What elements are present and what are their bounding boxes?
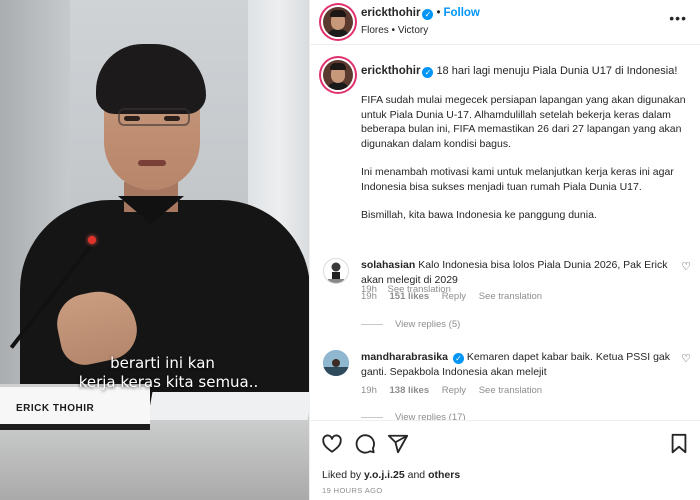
caption-paragraph-2: Ini menambah motivasi kami untuk melanju… — [361, 166, 674, 193]
follow-button[interactable]: Follow — [443, 7, 479, 19]
comment-like-heart-icon[interactable]: ♡ — [681, 352, 691, 365]
commenter-username[interactable]: mandharabrasika — [361, 351, 448, 363]
caption-paragraph-3: Bismillah, kita bawa Indonesia ke panggu… — [361, 209, 597, 221]
speaker-eye-right — [164, 116, 180, 121]
caption-title: 18 hari lagi menuju Piala Dunia U17 di I… — [436, 65, 678, 77]
comment-reply-button[interactable]: Reply — [442, 291, 466, 302]
view-replies-button[interactable]: View replies (5) — [361, 319, 460, 330]
verified-badge-icon: ✓ — [422, 67, 434, 78]
caption-body: FIFA sudah mulai megecek persiapan lapan… — [361, 93, 689, 237]
separator-dot: • — [436, 7, 441, 19]
desk-paper — [147, 392, 309, 420]
caption-paragraph-1: FIFA sudah mulai megecek persiapan lapan… — [361, 94, 686, 150]
caption-author-avatar[interactable] — [323, 60, 353, 90]
comment-text: mandharabrasika ✓ Kemaren dapet kabar bai… — [361, 350, 671, 379]
comment-reply-button[interactable]: Reply — [442, 385, 466, 396]
post-location-audio[interactable]: Flores • Victory — [361, 25, 428, 36]
post-side-panel: erickthohir ✓ • Follow Flores • Victory •••… — [309, 0, 700, 500]
liked-by-others[interactable]: others — [428, 469, 460, 481]
post-header: erickthohir ✓ • Follow Flores • Victory ••• — [310, 0, 700, 45]
speaker-mouth — [138, 160, 166, 166]
commenter-avatar[interactable] — [323, 258, 349, 284]
verified-badge-icon: ✓ — [452, 353, 464, 364]
replies-divider — [361, 416, 383, 418]
comment-age[interactable]: 19h — [361, 291, 377, 302]
comment-see-translation[interactable]: See translation — [479, 385, 542, 396]
liked-by-line: Liked by y.o.j.i.25 and others — [322, 469, 460, 481]
post-media-video[interactable]: ERICK THOHIR berarti ini kan kerja keras… — [0, 0, 309, 500]
share-paper-plane-icon[interactable] — [387, 433, 409, 460]
view-replies-label: View replies (5) — [395, 319, 461, 330]
comment-text: solahasian Kalo Indonesia bisa lolos Pial… — [361, 258, 671, 287]
more-options-icon[interactable]: ••• — [669, 10, 687, 26]
video-subtitle-line-2: kerja keras kita semua.. — [78, 373, 259, 391]
comment-meta: 19h 151 likes Reply See translation — [361, 291, 552, 302]
verified-badge-icon: ✓ — [422, 9, 434, 20]
save-bookmark-icon[interactable] — [669, 433, 689, 460]
liked-by-prefix: Liked by — [322, 469, 362, 481]
liked-by-and: and — [407, 469, 426, 481]
comment-see-translation[interactable]: See translation — [479, 291, 542, 302]
header-line: erickthohir ✓ • Follow — [361, 7, 480, 20]
post-timestamp[interactable]: 19 HOURS AGO — [322, 486, 383, 495]
comment-bubble-icon[interactable] — [354, 433, 376, 460]
comment-age[interactable]: 19h — [361, 385, 377, 396]
post-actions-bar: Liked by y.o.j.i.25 and others 19 HOURS … — [310, 420, 700, 500]
microphone-led — [88, 236, 96, 244]
comment-likes[interactable]: 151 likes — [390, 291, 430, 302]
comment-meta: 19h 138 likes Reply See translation — [361, 385, 552, 396]
comment-likes[interactable]: 138 likes — [390, 385, 430, 396]
commenter-avatar[interactable] — [323, 350, 349, 376]
caption-username[interactable]: erickthohir — [361, 65, 420, 77]
nameplate-text: ERICK THOHIR — [16, 403, 95, 414]
caption-title-line: erickthohir ✓ 18 hari lagi menuju Piala Du… — [361, 65, 677, 78]
speaker-eye-left — [124, 116, 140, 121]
video-subtitle-line-1: berarti ini kan — [110, 354, 215, 372]
comment-like-heart-icon[interactable]: ♡ — [681, 260, 691, 273]
commenter-username[interactable]: solahasian — [361, 259, 415, 271]
author-username[interactable]: erickthohir — [361, 7, 420, 19]
speaker-hair — [96, 44, 206, 114]
liked-by-user[interactable]: y.o.j.i.25 — [364, 469, 405, 481]
like-heart-icon[interactable] — [321, 433, 343, 460]
replies-divider — [361, 323, 383, 325]
author-avatar[interactable] — [323, 7, 353, 37]
